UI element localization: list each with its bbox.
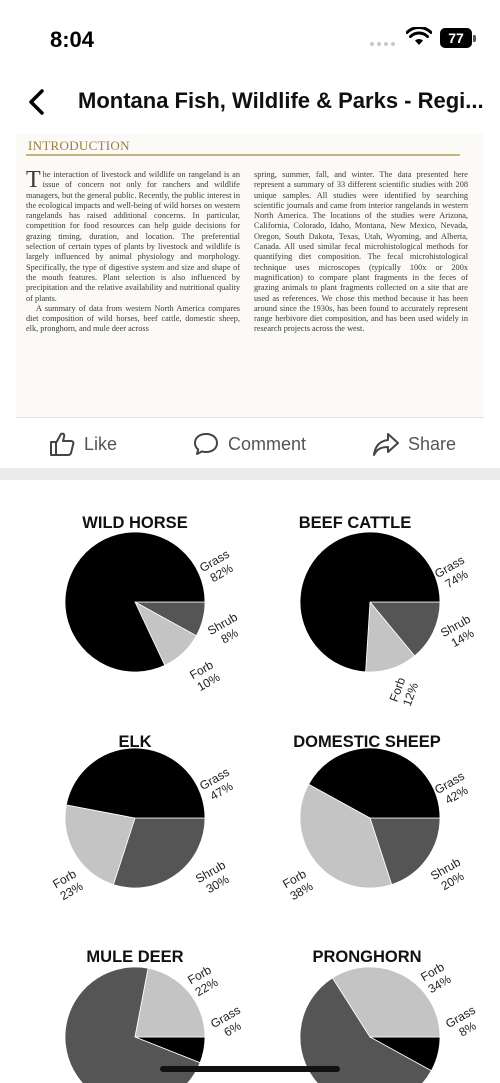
section-separator [0, 468, 500, 480]
wifi-icon [406, 27, 432, 45]
share-button[interactable]: Share [372, 430, 456, 458]
post-actions: Like Comment Share [0, 424, 500, 464]
article-column-left: The interaction of livestock and wildlif… [26, 167, 240, 335]
comment-icon [194, 433, 218, 455]
like-label: Like [84, 433, 118, 454]
article-paragraph: A summary of data from western North Ame… [26, 303, 240, 334]
chart-title: WILD HORSE [82, 514, 188, 532]
status-time: 8:04 [50, 27, 95, 52]
screen: 8:04 77 Montana Fish, Wildlife & Parks -… [0, 0, 500, 1083]
divider [16, 417, 484, 418]
comment-label: Comment [228, 433, 307, 454]
pie-slice-grass [65, 747, 206, 819]
heading-rule [26, 154, 460, 156]
article-paragraph: he interaction of livestock and wildlife… [26, 170, 240, 303]
page-title: Montana Fish, Wildlife & Parks - Regi... [78, 88, 484, 113]
thumbs-up-icon [50, 432, 75, 456]
chart-title: BEEF CATTLE [298, 514, 412, 532]
like-button[interactable]: Like [48, 430, 117, 458]
header: Montana Fish, Wildlife & Parks - Regi... [0, 76, 500, 128]
intro-heading: INTRODUCTION [28, 138, 130, 153]
article-paragraph: spring, summer, fall, and winter. The da… [254, 170, 468, 334]
chevron-left-icon[interactable] [22, 86, 52, 118]
battery-icon: 77 [440, 28, 476, 48]
share-icon [373, 433, 399, 456]
share-label: Share [408, 433, 457, 454]
comment-button[interactable]: Comment [192, 430, 306, 458]
cellular-signal-icon [370, 42, 395, 46]
dropcap: T [26, 167, 41, 193]
chart-title: DOMESTIC SHEEP [293, 733, 441, 751]
chart-title: ELK [118, 733, 152, 751]
article-image[interactable]: INTRODUCTION The interaction of livestoc… [16, 134, 484, 418]
battery-level: 77 [440, 28, 472, 48]
home-indicator[interactable] [160, 1066, 340, 1072]
status-bar: 8:04 77 [0, 0, 500, 70]
article-column-right: spring, summer, fall, and winter. The da… [254, 170, 468, 335]
diet-composition-charts[interactable]: WILD HORSE BEEF CATTLE ELK DOMESTIC SHEEP MU… [0, 480, 500, 1083]
